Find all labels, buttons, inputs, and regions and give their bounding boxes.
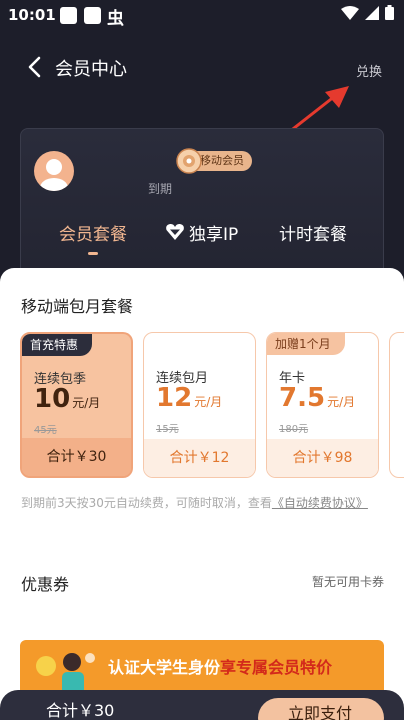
status-icons	[341, 5, 394, 20]
plan-original-price: 180元	[279, 424, 309, 435]
avatar[interactable]	[34, 151, 74, 191]
signal-icon	[365, 5, 379, 20]
pay-bar: 合计￥30 立即支付	[0, 690, 404, 720]
tab-exclusive-ip[interactable]: 独享IP	[189, 220, 238, 245]
plan-original-price: 15元	[156, 424, 179, 435]
page-title: 会员中心	[55, 59, 127, 80]
auto-renew-notice: 到期前3天按30元自动续费，可随时取消，查看《自动续费协议》	[21, 496, 368, 510]
coupon-label: 优惠券	[21, 575, 70, 594]
back-icon[interactable]	[26, 56, 44, 78]
plan-tag: 首充特惠	[22, 334, 93, 356]
battery-icon	[385, 5, 394, 20]
plan-tag: 加赠1个月	[267, 333, 345, 355]
tab-indicator	[88, 252, 98, 255]
notification-icon-2	[84, 7, 101, 24]
notification-icon	[60, 7, 77, 24]
coupon-status[interactable]: 暂无可用卡券	[312, 573, 384, 590]
heart-icon	[166, 223, 184, 240]
plan-card-monthly[interactable]: 连续包月 12 元/月 15元 合计￥12	[143, 332, 256, 478]
member-card: 移动会员 到期 会员套餐 独享IP 计时套餐	[20, 128, 384, 288]
pay-total: 合计￥30	[46, 701, 115, 720]
renewal-agreement-link[interactable]: 《自动续费协议》	[272, 496, 368, 510]
wifi-icon	[341, 5, 359, 20]
plan-total: 合计￥30	[22, 438, 131, 476]
member-badge-icon	[176, 148, 202, 174]
tab-member-plans[interactable]: 会员套餐	[59, 220, 127, 245]
status-time: 10:01	[8, 6, 56, 24]
plan-price: 7.5 元/月	[279, 383, 356, 413]
app-notification-icon: 虫	[107, 9, 124, 29]
expire-text: 到期	[148, 182, 173, 196]
plan-total: 合计￥98	[267, 439, 378, 477]
section-title: 移动端包月套餐	[21, 297, 134, 316]
promo-text: 认证大学生身份享专属会员特价	[108, 658, 333, 677]
plan-card-yearly[interactable]: 加赠1个月 年卡 7.5 元/月 180元 合计￥98	[266, 332, 379, 478]
plan-total: 合计￥12	[144, 439, 255, 477]
member-badge: 移动会员	[176, 148, 252, 174]
tab-timed-plans[interactable]: 计时套餐	[279, 220, 347, 245]
redeem-link[interactable]: 兑换	[356, 61, 382, 80]
package-panel: 移动端包月套餐 首充特惠 连续包季 10 元/月 45元 合计￥30 连续包月 1…	[0, 268, 404, 720]
plan-card-partial[interactable]	[389, 332, 404, 478]
pay-now-button[interactable]: 立即支付	[258, 698, 384, 720]
plan-price: 12 元/月	[156, 383, 223, 413]
status-bar: 10:01 虫	[0, 0, 404, 32]
plan-card-quarterly[interactable]: 首充特惠 连续包季 10 元/月 45元 合计￥30	[20, 332, 133, 478]
plan-price: 10 元/月	[34, 384, 101, 414]
plan-original-price: 45元	[34, 425, 57, 436]
